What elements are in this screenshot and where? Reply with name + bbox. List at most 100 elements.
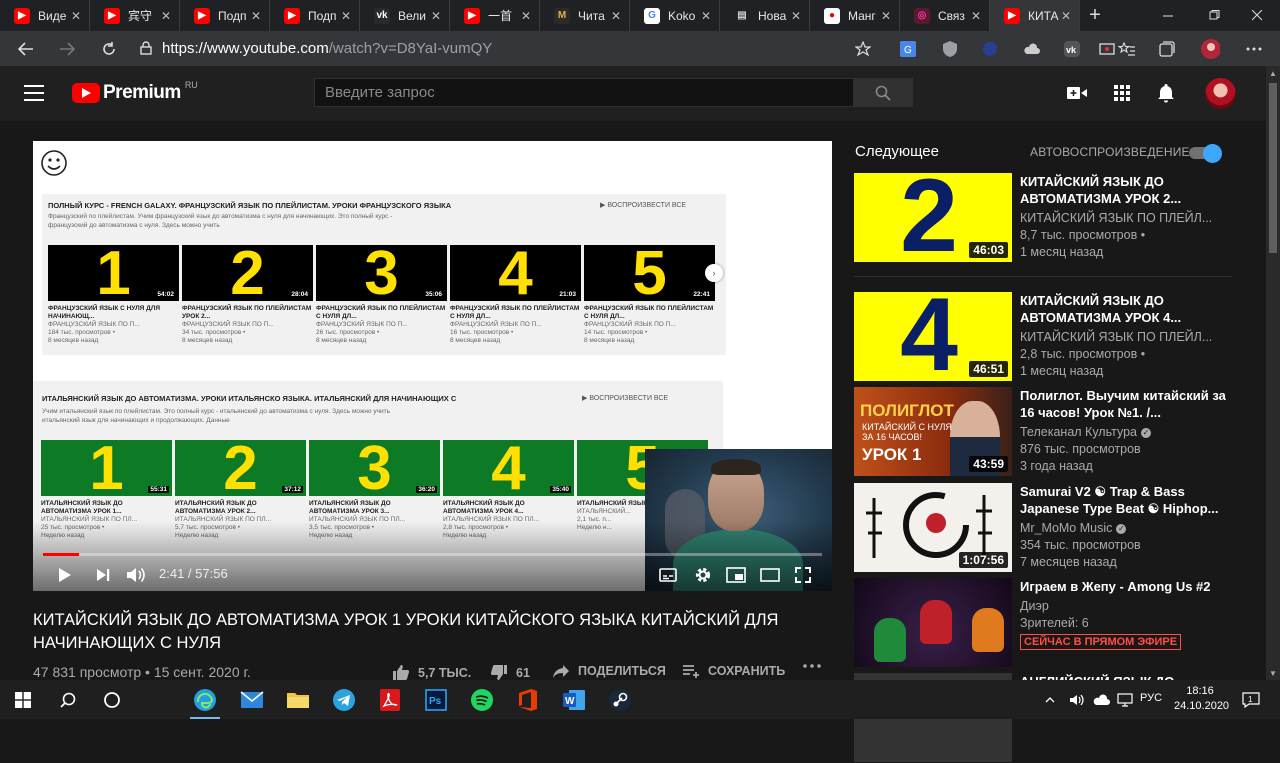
autoplay-toggle[interactable] [1189, 144, 1223, 163]
taskbar-mail[interactable] [229, 680, 275, 719]
collections-icon[interactable] [1157, 39, 1177, 59]
tab-close-icon[interactable]: ✕ [159, 9, 173, 23]
next-video-button[interactable] [93, 565, 113, 585]
volume-tray-icon[interactable] [1066, 680, 1088, 719]
translate-extension-icon[interactable]: G [898, 39, 918, 59]
recommendation-title[interactable]: КИТАЙСКИЙ ЯЗЫК ДО АВТОМАТИЗМА УРОК 2... [1020, 173, 1230, 207]
browser-tab[interactable]: ▶ Подп ✕ [180, 0, 270, 31]
menu-icon[interactable] [24, 85, 44, 101]
taskbar-explorer[interactable] [275, 680, 321, 719]
recommendation-title[interactable]: КИТАЙСКИЙ ЯЗЫК ДО АВТОМАТИЗМА УРОК 4... [1020, 292, 1230, 326]
new-tab-button[interactable]: + [1080, 0, 1110, 31]
save-button[interactable]: СОХРАНИТЬ [682, 664, 785, 678]
forward-button[interactable] [54, 36, 80, 62]
more-menu-icon[interactable] [1244, 39, 1264, 59]
close-window-button[interactable] [1234, 0, 1280, 31]
playlist-thumbnail[interactable]: 1 55:31 [41, 434, 172, 503]
recommendation-thumbnail[interactable] [854, 578, 1012, 667]
start-button[interactable] [0, 680, 46, 719]
recommendation-item[interactable]: 1:07:56 Samurai V2 ☯ Trap & Bass Japanese… [854, 483, 1234, 573]
tab-close-icon[interactable]: ✕ [429, 9, 443, 23]
scroll-down-arrow-icon[interactable]: ▼ [1266, 666, 1280, 680]
tray-expand-icon[interactable] [1040, 680, 1060, 719]
share-button[interactable]: ПОДЕЛИТЬСЯ [552, 664, 666, 678]
playlist-thumbnail[interactable]: 3 36:20 [309, 434, 440, 503]
playlist-thumbnail[interactable]: 3 35:06 [316, 239, 447, 308]
tab-close-icon[interactable]: ✕ [879, 9, 893, 23]
tab-close-icon[interactable]: ✕ [69, 9, 83, 23]
shield-extension-icon[interactable] [940, 39, 960, 59]
vk-extension-icon[interactable]: vk [1062, 39, 1082, 59]
playlist-thumbnail[interactable]: 2 37:12 [175, 434, 306, 503]
scrollbar-thumb[interactable] [1269, 83, 1277, 253]
minimize-button[interactable] [1145, 0, 1191, 31]
taskbar-spotify[interactable] [459, 680, 505, 719]
browser-tab[interactable]: ▤ Нова ✕ [720, 0, 810, 31]
network-tray-icon[interactable] [1113, 680, 1137, 719]
taskbar-word[interactable]: W [551, 680, 597, 719]
play-all-link[interactable]: ▶ ВОСПРОИЗВЕСТИ ВСЕ [582, 394, 668, 402]
recommendation-thumbnail[interactable]: 1:07:56 [854, 483, 1012, 572]
favorites-list-icon[interactable] [1117, 39, 1137, 59]
search-taskbar-button[interactable] [45, 680, 91, 719]
browser-tab[interactable]: vk Вели ✕ [360, 0, 450, 31]
system-clock[interactable]: 18:16 24.10.2020 [1174, 684, 1229, 714]
profile-avatar-icon[interactable] [1200, 39, 1220, 59]
playlist-thumbnail[interactable]: 1 54:02 [48, 239, 179, 308]
search-button[interactable] [853, 78, 913, 107]
playlist-thumbnail[interactable]: 2 28:04 [182, 239, 313, 308]
recommendation-title[interactable]: Samurai V2 ☯ Trap & Bass Japanese Type B… [1020, 483, 1230, 517]
browser-tab[interactable]: ▶ КИТА ✕ [990, 0, 1080, 31]
cloud-extension-icon[interactable] [1022, 39, 1042, 59]
reload-button[interactable] [96, 36, 122, 62]
recommendation-item[interactable]: ПОЛИГЛОТ КИТАЙСКИЙ С НУЛЯ ЗА 16 ЧАСОВ! УРО… [854, 387, 1234, 477]
scroll-up-arrow-icon[interactable]: ▲ [1266, 66, 1280, 80]
input-language[interactable]: РУС [1140, 692, 1162, 704]
recommendation-channel[interactable]: Диэр [1020, 598, 1230, 615]
task-view-button[interactable] [89, 680, 135, 719]
recommendation-channel[interactable]: КИТАЙСКИЙ ЯЗЫК ПО ПЛЕЙЛ... [1020, 210, 1230, 227]
more-actions-button[interactable] [803, 664, 821, 668]
tab-close-icon[interactable]: ✕ [789, 9, 803, 23]
tab-close-icon[interactable]: ✕ [249, 9, 263, 23]
dislike-button[interactable]: 61 [490, 664, 530, 681]
video-player[interactable]: ПОЛНЫЙ КУРС - FRENCH GALAXY. ФРАНЦУЗСКИЙ… [33, 141, 832, 591]
taskbar-acrobat[interactable] [367, 680, 413, 719]
tab-close-icon[interactable]: ✕ [519, 9, 533, 23]
tab-close-icon[interactable]: ✕ [339, 9, 353, 23]
browser-tab[interactable]: ▶ Подп ✕ [270, 0, 360, 31]
account-avatar[interactable] [1205, 78, 1236, 109]
taskbar-edge[interactable] [182, 680, 228, 719]
play-button[interactable] [55, 565, 75, 585]
youtube-logo[interactable]: Premium RU [72, 80, 198, 104]
tab-close-icon[interactable]: ✕ [1059, 9, 1073, 23]
browser-tab[interactable]: ▶ Виде ✕ [0, 0, 90, 31]
recommendation-thumbnail[interactable]: ПОЛИГЛОТ КИТАЙСКИЙ С НУЛЯ ЗА 16 ЧАСОВ! УРО… [854, 387, 1012, 476]
like-button[interactable]: 5,7 ТЫС. [392, 664, 471, 681]
create-video-icon[interactable] [1066, 82, 1088, 104]
recommendation-item[interactable]: 2 46:03 КИТАЙСКИЙ ЯЗЫК ДО АВТОМАТИЗМА УРОК… [854, 173, 1234, 263]
subtitles-button[interactable] [658, 565, 678, 585]
favorite-star-icon[interactable] [853, 39, 873, 59]
tab-close-icon[interactable]: ✕ [609, 9, 623, 23]
theater-mode-button[interactable] [760, 565, 780, 585]
globe-extension-icon[interactable] [980, 39, 1000, 59]
recommendation-channel[interactable]: Телеканал Культура ✓ [1020, 424, 1230, 441]
notification-center-button[interactable]: 1 [1236, 680, 1266, 719]
browser-tab[interactable]: ▶ 宾守 ✕ [90, 0, 180, 31]
search-input[interactable]: Введите запрос [314, 78, 854, 107]
taskbar-office[interactable] [505, 680, 551, 719]
play-all-link[interactable]: ▶ ВОСПРОИЗВЕСТИ ВСЕ [600, 201, 686, 209]
recommendation-thumbnail[interactable]: 4 46:51 [854, 292, 1012, 381]
notifications-bell-icon[interactable] [1155, 82, 1177, 104]
browser-tab[interactable]: ◎ Связ ✕ [900, 0, 990, 31]
browser-tab[interactable]: M Чита ✕ [540, 0, 630, 31]
recommendation-channel[interactable]: КИТАЙСКИЙ ЯЗЫК ПО ПЛЕЙЛ... [1020, 329, 1230, 346]
volume-button[interactable] [126, 565, 146, 585]
recommendation-thumbnail[interactable]: 2 46:03 [854, 173, 1012, 262]
settings-button[interactable] [693, 565, 713, 585]
tab-close-icon[interactable]: ✕ [969, 9, 983, 23]
taskbar-telegram[interactable] [321, 680, 367, 719]
miniplayer-button[interactable] [726, 565, 746, 585]
recommendation-title[interactable]: Полиглот. Выучим китайский за 16 часов! … [1020, 387, 1230, 421]
